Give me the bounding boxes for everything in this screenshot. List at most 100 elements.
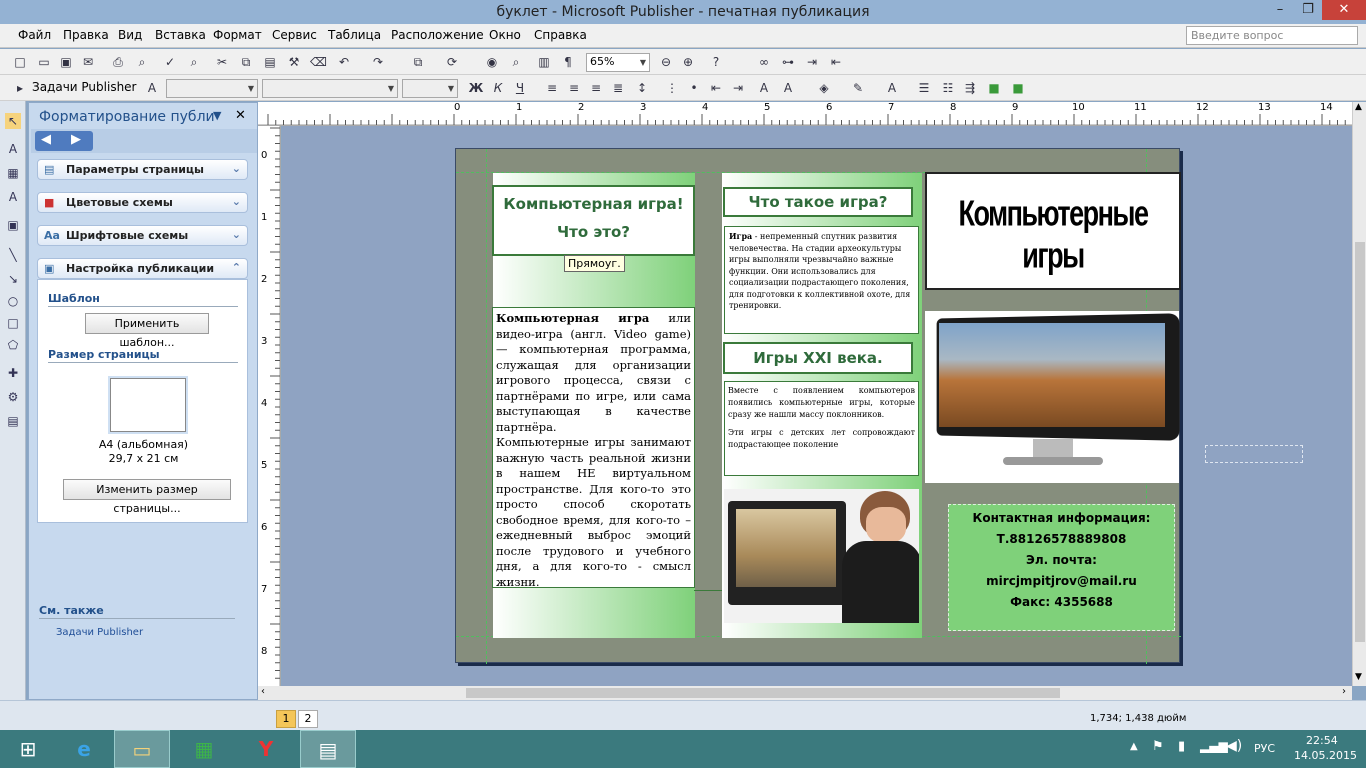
maximize-button[interactable]: ❐ [1294,0,1322,20]
menu-file[interactable]: Файл [18,28,51,42]
save-icon[interactable]: ▣ [58,54,74,70]
section-color-schemes[interactable]: ■ Цветовые схемы ⌄ [37,192,248,213]
line-color-icon[interactable]: ✎ [850,80,866,96]
col2-body1-text[interactable]: Игра - непременный спутник развития чело… [724,226,919,334]
pilcrow-icon[interactable]: ¶ [560,54,576,70]
col2-body2-text[interactable]: Вместе с появлением компьютеров появилис… [724,381,919,476]
new-icon[interactable]: □ [12,54,28,70]
task-pane-close-icon[interactable]: ✕ [235,108,246,123]
wordart-icon[interactable]: A [5,189,21,205]
col2-heading2[interactable]: Игры XXI века. [723,342,913,374]
numbering-icon[interactable]: ⋮ [664,80,680,96]
3d-style-icon[interactable]: ■ [1010,80,1026,96]
zoom-in-icon[interactable]: ⊕ [680,54,696,70]
justify-icon[interactable]: ≣ [610,80,626,96]
page-tab-2[interactable]: 2 [298,710,318,728]
page-thumbnail[interactable] [110,378,186,432]
font-size-down-icon[interactable]: A [756,80,772,96]
arrow-icon[interactable]: ↘ [5,271,21,287]
publication-page[interactable]: Компьютерная игра! Что это? Прямоуг. Ком… [455,148,1181,664]
styles-icon[interactable]: A [144,80,160,96]
bold-button[interactable]: Ж [468,80,484,96]
section-page-options[interactable]: ▤ Параметры страницы ⌄ [37,159,248,180]
select-objects-icon[interactable]: ↖ [5,113,21,129]
menu-window[interactable]: Окно [489,28,521,42]
prev-textbox-icon[interactable]: ⇤ [828,54,844,70]
bring-forward-icon[interactable]: ⧉ [410,54,426,70]
dash-style-icon[interactable]: ☷ [940,80,956,96]
mail-icon[interactable]: ✉ [80,54,96,70]
spelling-icon[interactable]: ✓ [162,54,178,70]
menu-format[interactable]: Формат [213,28,262,42]
boy-playing-picture[interactable] [724,489,919,623]
internet-explorer-icon[interactable]: e [56,730,112,768]
page-tab-1[interactable]: 1 [276,710,296,728]
close-button[interactable]: ✕ [1322,0,1366,20]
hyperlink-icon[interactable]: ∞ [756,54,772,70]
horizontal-scroll-thumb[interactable] [466,688,1060,698]
zoom-out-page-icon[interactable]: ◉ [484,54,500,70]
menu-tools[interactable]: Сервис [272,28,317,42]
resize-page-button[interactable]: Изменить размер страницы... [63,479,231,515]
language-indicator[interactable]: РУС [1254,742,1275,755]
menu-arrange[interactable]: Расположение [391,28,484,42]
vertical-scrollbar[interactable]: ▲ ▼ [1352,102,1366,686]
volume-icon[interactable]: ◀) [1226,738,1242,754]
line-spacing-icon[interactable]: ↕ [634,80,650,96]
paste-icon[interactable]: ▤ [262,54,278,70]
autoshapes-icon[interactable]: ⬠ [5,337,21,353]
empty-frame[interactable] [1205,445,1303,463]
zoom-page-icon[interactable]: ⌕ [508,54,524,70]
clear-icon[interactable]: ⌫ [310,54,327,70]
undo-icon[interactable]: ↶ [336,54,352,70]
rotate-icon[interactable]: ⟳ [444,54,460,70]
section-font-schemes[interactable]: Aa Шрифтовые схемы ⌄ [37,225,248,246]
picture-frame-icon[interactable]: ▣ [5,217,21,233]
menu-insert[interactable]: Вставка [155,28,206,42]
scroll-up-icon[interactable]: ▲ [1355,102,1362,112]
back-icon[interactable]: ◀ [41,132,51,147]
format-painter-icon[interactable]: ⚒ [286,54,302,70]
menu-help[interactable]: Справка [534,28,587,42]
col1-body-text[interactable]: Компьютерная игра или видео-игра (англ. … [492,307,695,588]
wordart-box[interactable]: Компьютерные игры [925,172,1181,290]
store-icon[interactable]: ▦ [176,730,232,768]
style-combo[interactable]: ▼ [166,79,258,98]
next-textbox-icon[interactable]: ⇥ [804,54,820,70]
underline-button[interactable]: Ч [512,80,528,96]
italic-button[interactable]: К [490,80,506,96]
redo-icon[interactable]: ↷ [370,54,386,70]
cut-icon[interactable]: ✂ [214,54,230,70]
action-center-icon[interactable]: ⚑ [1152,739,1164,754]
ask-question-input[interactable]: Введите вопрос [1186,26,1358,45]
copy-icon[interactable]: ⧉ [238,54,254,70]
zoom-out-icon[interactable]: ⊖ [658,54,674,70]
link-textbox-icon[interactable]: ⊶ [780,54,796,70]
insert-table-icon[interactable]: ▦ [5,165,21,181]
windows-start-icon[interactable]: ⊞ [0,730,56,768]
fill-color-icon[interactable]: ◈ [816,80,832,96]
zoom-combo[interactable]: 65% ▼ [586,53,650,72]
design-gallery-icon[interactable]: ▤ [5,413,21,429]
clock-date[interactable]: 14.05.2015 [1294,749,1357,762]
tasks-publisher-button[interactable]: Задачи Publisher [32,80,137,94]
columns-icon[interactable]: ▥ [536,54,552,70]
decrease-indent-icon[interactable]: ⇤ [708,80,724,96]
font-size-up-icon[interactable]: A [780,80,796,96]
section-publication-setup[interactable]: ▣ Настройка публикации ⌃ [37,258,248,279]
scroll-down-icon[interactable]: ▼ [1355,672,1362,682]
monitor-picture[interactable] [925,311,1180,483]
bullets-icon[interactable]: • [686,80,702,96]
link-publisher-tasks[interactable]: Задачи Publisher [56,627,143,638]
print-icon[interactable]: ⎙ [110,54,126,70]
font-color-icon[interactable]: A [884,80,900,96]
horizontal-ruler[interactable]: 0 1 2 3 4 5 6 7 8 9 10 11 12 13 14 [258,102,1352,126]
scroll-right-icon[interactable]: › [1342,686,1346,697]
menu-table[interactable]: Таблица [328,28,381,42]
shadow-style-icon[interactable]: ■ [986,80,1002,96]
network-icon[interactable]: ▂▄▆ [1200,739,1228,753]
col2-heading1[interactable]: Что такое игра? [723,187,913,217]
align-right-icon[interactable]: ≡ [588,80,604,96]
apply-template-button[interactable]: Применить шаблон... [85,313,209,349]
minimize-button[interactable]: – [1266,0,1294,20]
